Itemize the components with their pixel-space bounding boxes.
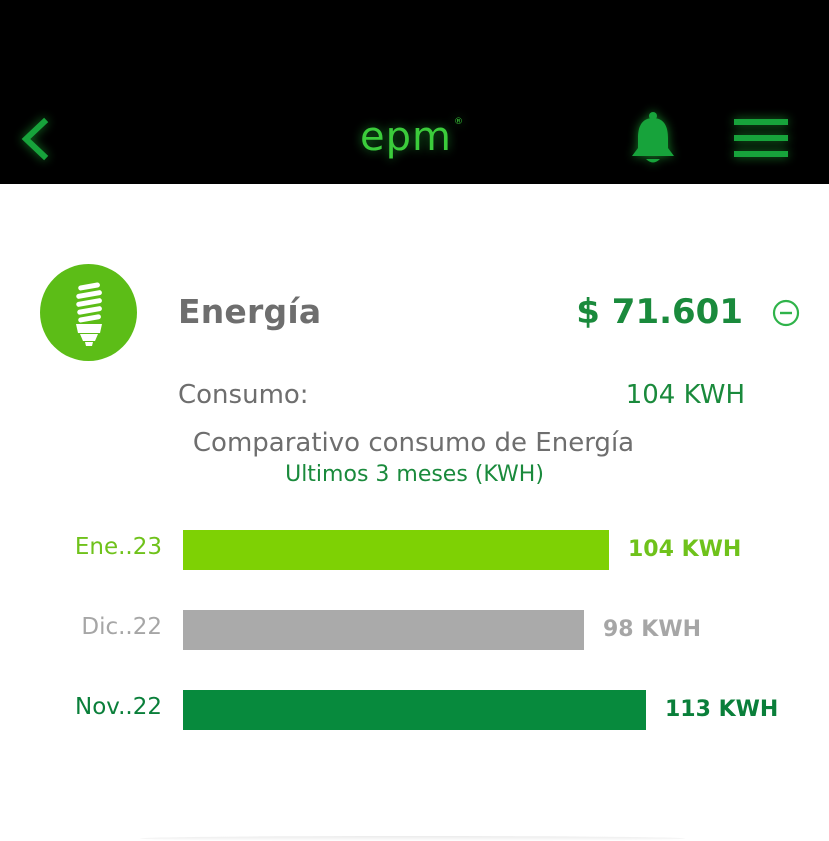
consumption-label: Consumo: [178, 380, 309, 410]
comparison-subtitle-text: Ultimos 3 meses (KWH) [285, 462, 544, 487]
chevron-left-icon [21, 117, 49, 161]
bar-dic-22 [183, 610, 584, 650]
bar-category-label: Nov..22 [75, 694, 162, 720]
bar-category-label: Dic..22 [81, 614, 162, 640]
minus-circle-icon [772, 299, 800, 327]
consumption-value: 104 KWH [625, 380, 745, 410]
bar-category-label: Ene..23 [74, 534, 162, 560]
comparison-title-text: Comparativo consumo de Energía [192, 428, 635, 458]
comparison-title: Comparativo consumo de Energía [0, 428, 829, 458]
energy-service-icon [40, 264, 137, 361]
menu-button[interactable] [730, 116, 792, 162]
collapse-button[interactable] [771, 298, 801, 328]
comparison-subtitle: Ultimos 3 meses (KWH) [0, 462, 829, 487]
bar-value-label: 98 KWH [603, 617, 702, 642]
service-title: Energía [178, 292, 322, 331]
logo-registered-mark: ® [454, 117, 463, 127]
bar-ene-23 [183, 530, 609, 570]
bar-value-label: 104 KWH [628, 537, 742, 562]
card-bottom-shadow [140, 836, 685, 841]
bar-value-label: 113 KWH [665, 697, 779, 722]
top-app-bar: epm ® [0, 0, 829, 184]
hamburger-menu-icon [734, 119, 788, 157]
epm-logo: epm ® [360, 112, 470, 168]
service-amount: $ 71.601 [576, 292, 743, 332]
back-button[interactable] [14, 114, 58, 164]
logo-text: epm [360, 114, 452, 160]
notifications-button[interactable] [627, 110, 679, 168]
bell-icon [632, 112, 674, 163]
lightbulb-icon [76, 282, 102, 346]
bar-nov-22 [183, 690, 646, 730]
